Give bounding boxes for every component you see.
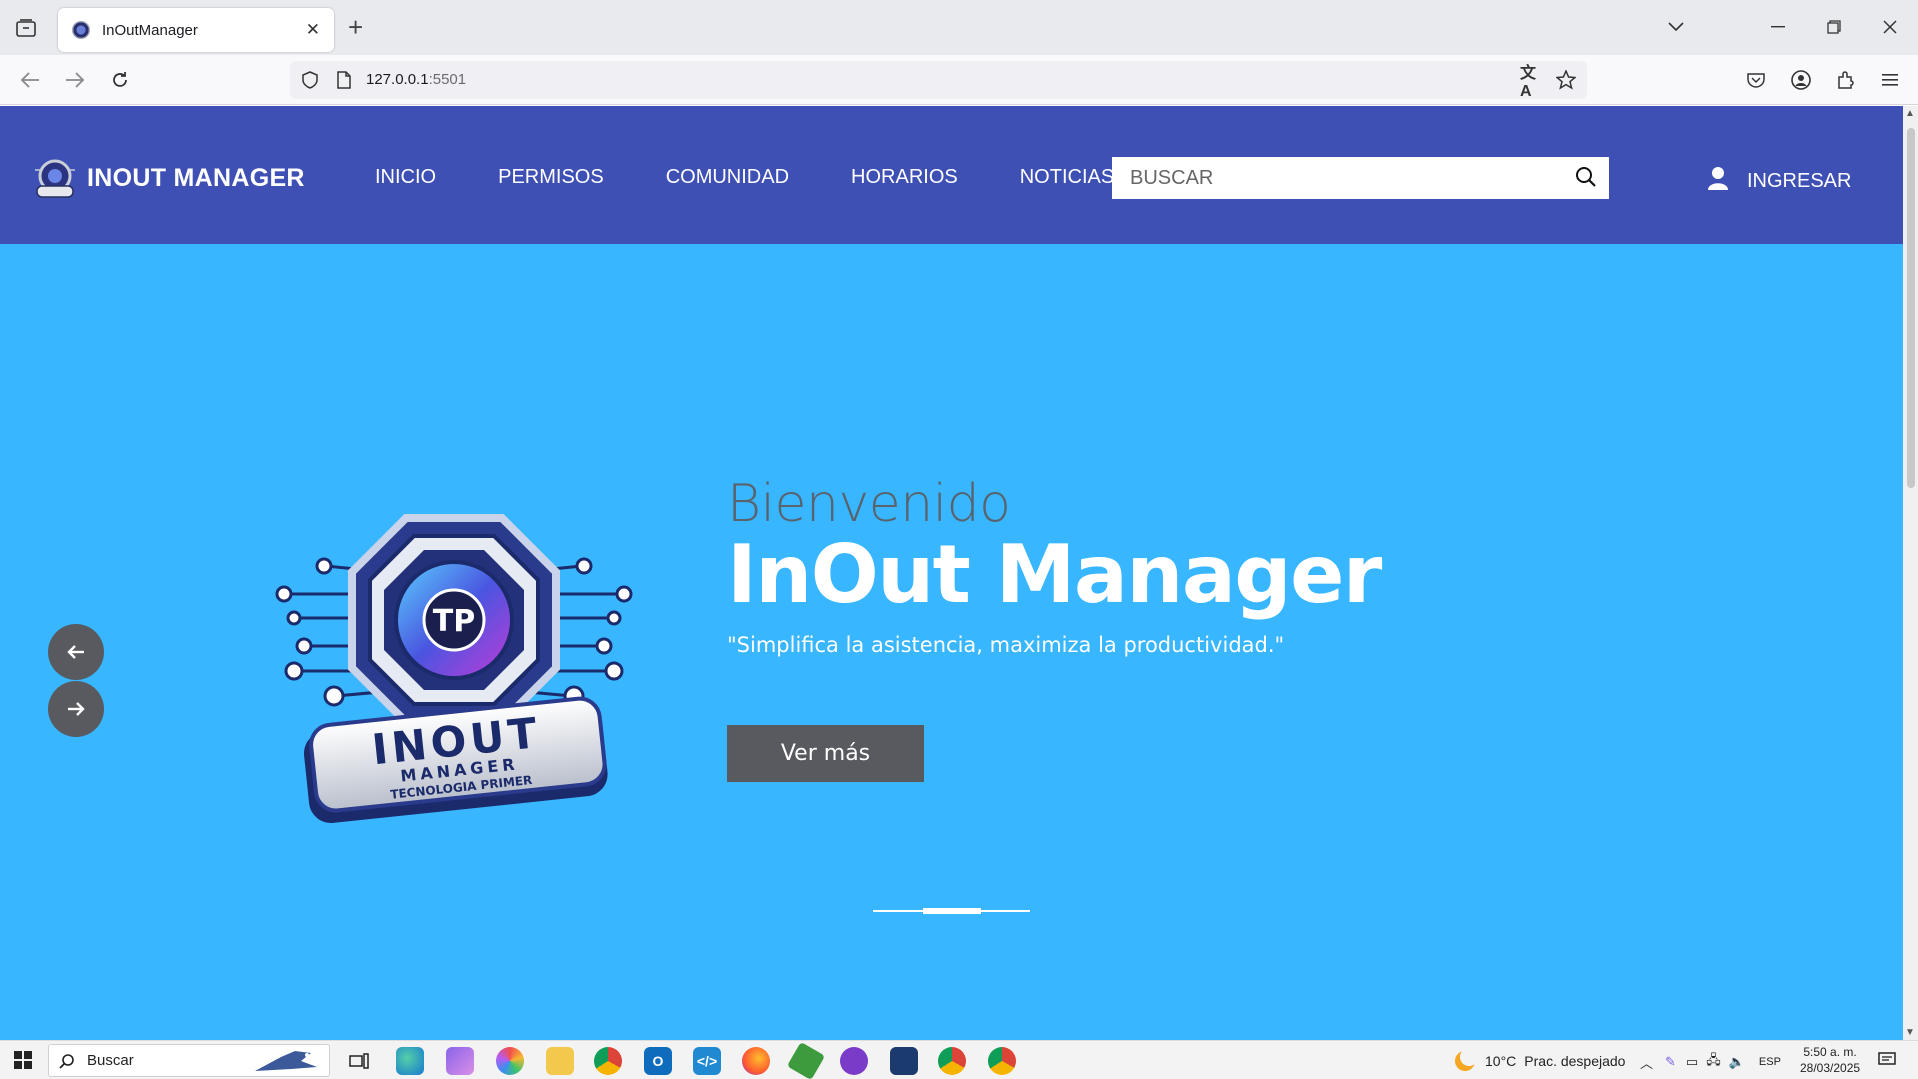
windows-taskbar: Buscar O </> 10°C Prac. despejado ︿ ✎ ▭ …	[0, 1040, 1918, 1079]
search-icon[interactable]	[1575, 166, 1597, 193]
account-icon[interactable]	[1785, 64, 1817, 96]
clock-date: 28/03/2025	[1800, 1061, 1861, 1075]
tab-list-icon[interactable]	[12, 14, 40, 42]
arrow-right-icon	[68, 702, 85, 716]
browser-tab-bar: InOutManager ✕ +	[0, 0, 1918, 55]
ver-mas-button[interactable]: Ver más	[727, 725, 924, 782]
menu-item-horarios[interactable]: HORARIOS	[851, 166, 958, 189]
new-tab-icon[interactable]: +	[348, 12, 363, 43]
scroll-up-icon[interactable]: ▲	[1905, 108, 1915, 119]
weather-widget[interactable]: 10°C Prac. despejado	[1455, 1051, 1625, 1071]
scrollbar-thumb[interactable]	[1907, 128, 1915, 488]
bookmark-star-icon[interactable]	[1554, 68, 1578, 92]
list-all-tabs-icon[interactable]	[1656, 10, 1696, 44]
search-input[interactable]	[1112, 158, 1552, 198]
hero-subtitle: "Simplifica la asistencia, maximiza la p…	[727, 633, 1285, 657]
copilot-icon[interactable]	[496, 1047, 524, 1075]
logo-badge-text: TP	[433, 604, 475, 639]
user-icon	[1707, 166, 1729, 196]
url-host: 127.0.0.1	[366, 71, 429, 88]
tray-overflow-icon[interactable]: ︿	[1640, 1053, 1653, 1072]
login-link[interactable]: INGRESAR	[1707, 166, 1851, 196]
weather-desc: Prac. despejado	[1524, 1053, 1626, 1069]
url-bar[interactable]: 127.0.0.1:5501 文A	[290, 61, 1587, 100]
brand[interactable]: INOUT MANAGER	[33, 156, 305, 200]
tray-meet-icon[interactable]: ▭	[1686, 1054, 1698, 1070]
tab-favicon-icon	[72, 21, 90, 39]
chrome-icon[interactable]	[594, 1047, 622, 1075]
browser-nav-bar: 127.0.0.1:5501 文A	[0, 55, 1918, 105]
extensions-icon[interactable]	[1830, 64, 1862, 96]
chrome-profile-2-icon[interactable]	[988, 1047, 1016, 1075]
task-view-icon[interactable]	[345, 1047, 373, 1075]
carousel-indicators	[873, 908, 1030, 914]
minimize-icon[interactable]	[1758, 10, 1798, 44]
site-header: INOUT MANAGER INICIO PERMISOS COMUNIDAD …	[0, 106, 1903, 244]
url-port: :5501	[428, 71, 467, 88]
translate-icon[interactable]: 文A	[1520, 65, 1544, 100]
hero-welcome: Bienvenido	[727, 474, 1011, 534]
taskbar-search[interactable]: Buscar	[48, 1044, 330, 1077]
tray-pen-icon[interactable]: ✎	[1665, 1054, 1676, 1070]
search-box	[1112, 157, 1609, 199]
menu-item-inicio[interactable]: INICIO	[375, 166, 436, 189]
menu-item-noticias[interactable]: NOTICIAS	[1020, 166, 1114, 189]
tab-title: InOutManager	[102, 21, 198, 39]
hero-content: Bienvenido InOut Manager "Simplifica la …	[727, 474, 1382, 782]
github-desktop-icon[interactable]	[840, 1047, 868, 1075]
windows-start-icon[interactable]	[14, 1051, 32, 1074]
menu-hamburger-icon[interactable]	[1874, 64, 1906, 96]
search-highlight-bird-icon	[255, 1051, 317, 1071]
carousel-indicator-active[interactable]	[923, 908, 981, 914]
nodejs-icon[interactable]	[786, 1041, 826, 1079]
login-label: INGRESAR	[1747, 169, 1852, 192]
outlook-icon[interactable]: O	[644, 1047, 672, 1075]
moon-weather-icon	[1455, 1051, 1475, 1071]
vscode-icon[interactable]: </>	[693, 1047, 721, 1075]
clock-time: 5:50 a. m.	[1803, 1045, 1857, 1059]
firefox-icon[interactable]	[742, 1047, 770, 1075]
forward-icon[interactable]	[59, 64, 91, 96]
hero-title: InOut Manager	[727, 528, 1382, 621]
brand-logo-icon	[35, 159, 75, 198]
url-text: 127.0.0.1:5501	[366, 71, 466, 88]
edge-icon[interactable]	[396, 1047, 424, 1075]
brand-name: INOUT MANAGER	[87, 163, 305, 192]
notification-icon[interactable]	[1878, 1051, 1896, 1074]
taskbar-search-icon	[59, 1053, 74, 1069]
tab-close-icon[interactable]: ✕	[306, 20, 320, 40]
taskbar-search-label: Buscar	[87, 1052, 134, 1069]
reload-icon[interactable]	[104, 64, 136, 96]
network-icon[interactable]: 🖧	[1706, 1051, 1721, 1073]
shield-icon[interactable]	[298, 68, 322, 92]
pocket-icon[interactable]	[1740, 64, 1772, 96]
page-scrollbar[interactable]: ▲ ▼	[1903, 106, 1918, 1040]
close-window-icon[interactable]	[1870, 10, 1910, 44]
menu-item-permisos[interactable]: PERMISOS	[498, 166, 604, 189]
web-page: INOUT MANAGER INICIO PERMISOS COMUNIDAD …	[0, 106, 1903, 1040]
arrow-left-icon	[67, 645, 84, 659]
restore-icon[interactable]	[1814, 10, 1854, 44]
menu-item-comunidad[interactable]: COMUNIDAD	[666, 166, 789, 189]
scroll-down-icon[interactable]: ▼	[1905, 1027, 1915, 1038]
browser-tab[interactable]: InOutManager ✕	[58, 8, 334, 52]
volume-icon[interactable]: 🔈	[1729, 1054, 1745, 1070]
file-explorer-icon[interactable]	[546, 1047, 574, 1075]
back-icon[interactable]	[14, 64, 46, 96]
clock[interactable]: 5:50 a. m. 28/03/2025	[1800, 1044, 1860, 1076]
chrome-profile-icon[interactable]	[938, 1047, 966, 1075]
sql-app-icon[interactable]	[890, 1047, 918, 1075]
carousel-next-button[interactable]	[48, 681, 104, 737]
inout-manager-logo: TP INOUT MANAGER TECNOLOGIA PRIMER	[275, 514, 633, 824]
language-indicator[interactable]: ESP	[1759, 1056, 1781, 1068]
pen-app-icon[interactable]	[446, 1047, 474, 1075]
main-menu: INICIO PERMISOS COMUNIDAD HORARIOS NOTIC…	[375, 166, 1176, 189]
page-info-icon[interactable]	[332, 68, 356, 92]
carousel-prev-button[interactable]	[48, 624, 104, 680]
weather-temp: 10°C	[1485, 1053, 1517, 1069]
system-tray: ︿ ✎ ▭ 🖧 🔈 ESP	[1640, 1051, 1781, 1073]
